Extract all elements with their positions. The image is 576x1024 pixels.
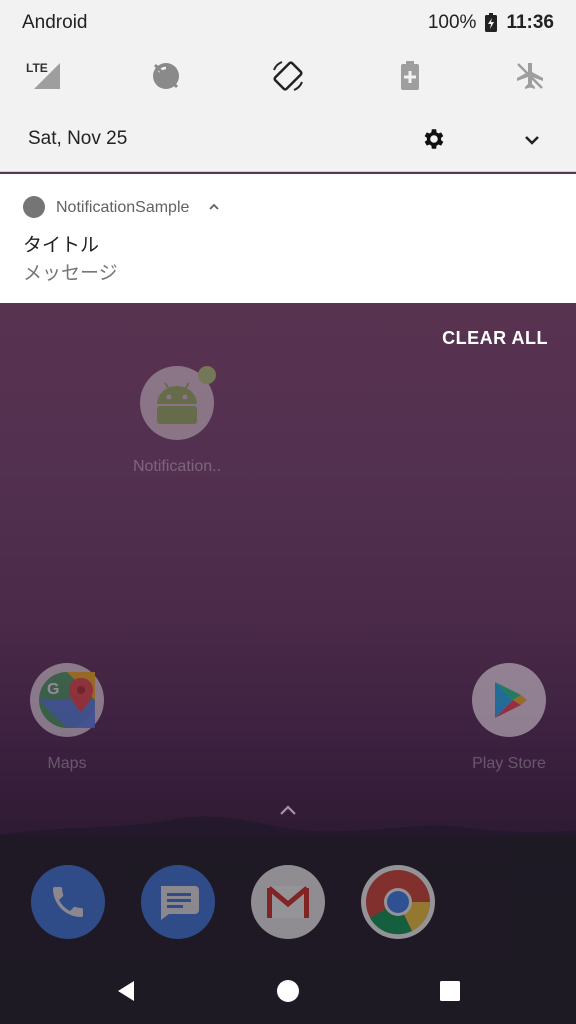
favorites-dock xyxy=(0,835,576,959)
quick-settings-panel: Android 100% 11:36 LTE Sat, Nov 25 xyxy=(0,0,576,172)
home-icon[interactable] xyxy=(276,979,300,1003)
back-icon[interactable] xyxy=(114,979,138,1003)
auto-rotate-icon xyxy=(273,61,303,91)
data-saver-off-icon xyxy=(153,63,179,89)
maps-icon: G xyxy=(30,663,104,737)
data-saver-tile[interactable] xyxy=(146,56,186,96)
phone-icon[interactable] xyxy=(31,865,105,939)
notification-badge xyxy=(198,366,216,384)
notification-title: タイトル xyxy=(23,235,100,256)
collapse-caret-icon[interactable] xyxy=(207,200,221,214)
home-app-play-store[interactable]: Play Store xyxy=(454,663,564,773)
home-app-maps[interactable]: G Maps xyxy=(12,663,122,773)
gmail-icon[interactable] xyxy=(251,865,325,939)
battery-percent: 100% xyxy=(427,12,477,33)
messages-icon[interactable] xyxy=(141,865,215,939)
home-app-notification-sample[interactable]: Notification.. xyxy=(122,366,232,476)
notification-card[interactable]: NotificationSample タイトル メッセージ xyxy=(0,174,576,303)
home-app-label: Notification.. xyxy=(132,458,222,475)
play-store-icon xyxy=(472,663,546,737)
chevron-down-icon[interactable] xyxy=(520,128,544,152)
navigation-bar xyxy=(0,959,576,1024)
carrier-name: Android xyxy=(22,12,88,33)
settings-gear-icon[interactable] xyxy=(420,126,446,152)
quick-settings-row: LTE xyxy=(0,52,576,102)
qs-date[interactable]: Sat, Nov 25 xyxy=(28,128,127,150)
home-app-label: Play Store xyxy=(472,755,546,772)
overview-icon[interactable] xyxy=(438,979,462,1003)
airplane-mode-off-icon xyxy=(517,63,543,89)
battery-saver-tile[interactable] xyxy=(390,56,430,96)
auto-rotate-tile[interactable] xyxy=(268,56,308,96)
airplane-mode-tile[interactable] xyxy=(510,56,550,96)
notification-app-name: NotificationSample xyxy=(56,199,190,216)
battery-saver-icon xyxy=(401,61,419,90)
svg-text:LTE: LTE xyxy=(26,61,48,75)
battery-charging-icon xyxy=(485,13,498,32)
app-drawer-chevron-icon[interactable] xyxy=(276,800,300,820)
app-icon xyxy=(23,196,45,218)
lte-signal-icon: LTE xyxy=(26,61,60,89)
home-app-label: Maps xyxy=(47,755,87,772)
clear-all-button[interactable]: CLEAR ALL xyxy=(442,328,548,349)
chrome-icon[interactable] xyxy=(361,865,435,939)
notification-message: メッセージ xyxy=(23,263,118,284)
status-clock: 11:36 xyxy=(506,12,554,33)
android-robot-icon xyxy=(140,366,216,440)
svg-text:G: G xyxy=(47,681,59,698)
status-icons: 100% 11:36 xyxy=(428,12,554,34)
lte-signal-tile[interactable]: LTE xyxy=(24,56,64,96)
